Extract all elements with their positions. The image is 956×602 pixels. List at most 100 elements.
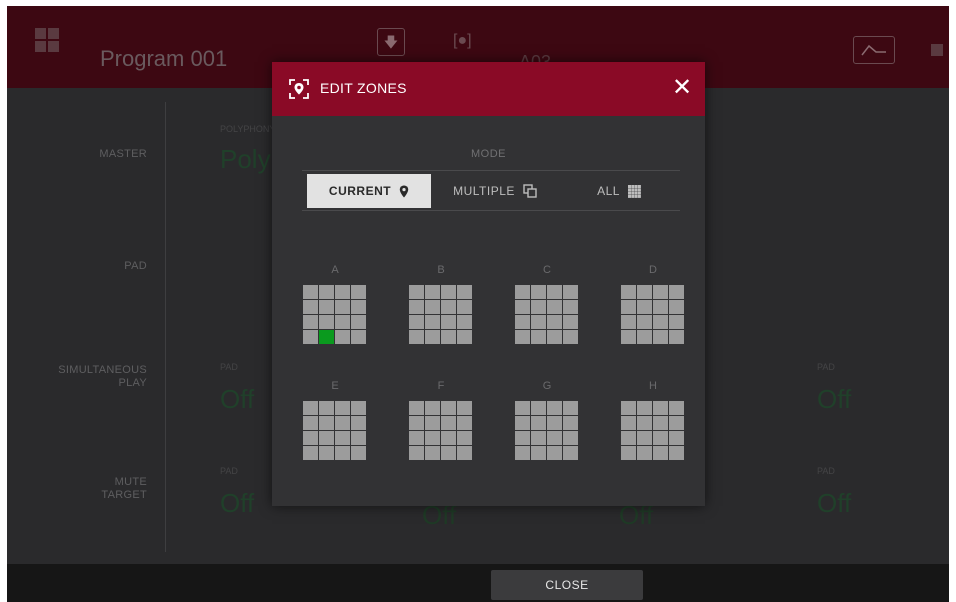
zone-pad[interactable] <box>409 446 424 460</box>
zone-pad[interactable] <box>563 285 578 299</box>
zone-pad[interactable] <box>335 401 350 415</box>
zone-pad[interactable] <box>669 401 684 415</box>
zone-g[interactable]: G <box>515 380 579 460</box>
zone-pad[interactable] <box>621 431 636 445</box>
zone-pad[interactable] <box>653 416 668 430</box>
zone-pad[interactable] <box>515 431 530 445</box>
polyphony-value[interactable]: Poly <box>220 144 271 175</box>
zone-pad[interactable] <box>441 300 456 314</box>
zone-pad[interactable] <box>335 431 350 445</box>
zone-b[interactable]: B <box>409 264 473 344</box>
zone-pad[interactable] <box>563 330 578 344</box>
zone-pad[interactable] <box>303 446 318 460</box>
zone-pad[interactable] <box>669 416 684 430</box>
zone-pad[interactable] <box>319 300 334 314</box>
zone-pad[interactable] <box>515 330 530 344</box>
zone-target-icon[interactable]: [●] <box>453 32 472 50</box>
zone-pad[interactable] <box>351 446 366 460</box>
zone-pad[interactable] <box>425 446 440 460</box>
zone-pad[interactable] <box>409 300 424 314</box>
zone-c[interactable]: C <box>515 264 579 344</box>
zone-pad[interactable] <box>531 300 546 314</box>
zone-pad[interactable] <box>303 401 318 415</box>
zone-pad[interactable] <box>515 315 530 329</box>
zone-pad[interactable] <box>531 416 546 430</box>
zone-pad[interactable] <box>335 446 350 460</box>
zone-pad[interactable] <box>637 285 652 299</box>
zone-pad[interactable] <box>515 416 530 430</box>
zone-pad[interactable] <box>351 315 366 329</box>
zone-pad[interactable] <box>653 330 668 344</box>
zone-pad[interactable] <box>547 315 562 329</box>
program-grid-icon[interactable] <box>35 28 59 52</box>
zone-pad[interactable] <box>319 401 334 415</box>
zone-pad[interactable] <box>409 431 424 445</box>
zone-pad[interactable] <box>441 401 456 415</box>
zone-pad[interactable] <box>319 431 334 445</box>
zone-pad[interactable] <box>669 446 684 460</box>
zone-pad[interactable] <box>335 300 350 314</box>
zone-pad[interactable] <box>457 446 472 460</box>
zone-pad[interactable] <box>653 446 668 460</box>
zone-pad-grid[interactable] <box>621 401 685 460</box>
zone-pad[interactable] <box>531 330 546 344</box>
sidebar-item-simultaneous-play[interactable]: SIMULTANEOUS PLAY <box>7 364 147 390</box>
zone-pad[interactable] <box>621 315 636 329</box>
zone-pad[interactable] <box>531 446 546 460</box>
zone-pad[interactable] <box>669 315 684 329</box>
close-icon[interactable]: ✕ <box>668 74 696 102</box>
zone-pad-grid[interactable] <box>621 285 685 344</box>
menu-icon[interactable] <box>931 44 943 56</box>
mode-current-button[interactable]: CURRENT <box>307 174 431 208</box>
zone-pad[interactable] <box>441 416 456 430</box>
zone-pad[interactable] <box>531 401 546 415</box>
zone-pad[interactable] <box>335 416 350 430</box>
zone-pad[interactable] <box>653 300 668 314</box>
zone-pad[interactable] <box>319 285 334 299</box>
value-1[interactable]: Off <box>220 384 254 415</box>
zone-pad[interactable] <box>335 330 350 344</box>
zone-pad[interactable] <box>621 285 636 299</box>
zone-pad[interactable] <box>563 315 578 329</box>
zone-pad-selected[interactable] <box>319 330 334 344</box>
zone-pad[interactable] <box>319 416 334 430</box>
zone-pad[interactable] <box>351 285 366 299</box>
zone-pad[interactable] <box>319 315 334 329</box>
zone-pad-grid[interactable] <box>515 285 579 344</box>
value-6[interactable]: Off <box>817 488 851 519</box>
zone-pad[interactable] <box>547 285 562 299</box>
zone-pad[interactable] <box>425 285 440 299</box>
zone-d[interactable]: D <box>621 264 685 344</box>
zone-pad[interactable] <box>303 416 318 430</box>
zone-pad[interactable] <box>457 300 472 314</box>
zone-f[interactable]: F <box>409 380 473 460</box>
zone-pad[interactable] <box>409 315 424 329</box>
zone-pad[interactable] <box>425 431 440 445</box>
zone-pad[interactable] <box>547 330 562 344</box>
zone-pad[interactable] <box>441 431 456 445</box>
zone-pad[interactable] <box>547 401 562 415</box>
zone-pad[interactable] <box>303 315 318 329</box>
zone-pad[interactable] <box>621 416 636 430</box>
zone-pad[interactable] <box>531 315 546 329</box>
close-button[interactable]: CLOSE <box>491 570 643 600</box>
zone-pad[interactable] <box>303 330 318 344</box>
zone-pad[interactable] <box>335 285 350 299</box>
zone-pad[interactable] <box>637 446 652 460</box>
zone-pad[interactable] <box>637 315 652 329</box>
zone-pad-grid[interactable] <box>409 401 473 460</box>
zone-h[interactable]: H <box>621 380 685 460</box>
zone-pad[interactable] <box>653 401 668 415</box>
zone-pad[interactable] <box>351 330 366 344</box>
zone-pad[interactable] <box>409 285 424 299</box>
zone-pad[interactable] <box>425 300 440 314</box>
zone-pad-grid[interactable] <box>409 285 473 344</box>
zone-pad[interactable] <box>515 300 530 314</box>
zone-pad[interactable] <box>653 285 668 299</box>
envelope-icon[interactable] <box>853 36 895 64</box>
zone-pad[interactable] <box>409 330 424 344</box>
zone-a[interactable]: A <box>303 264 367 344</box>
zone-pad[interactable] <box>547 446 562 460</box>
program-title[interactable]: Program 001 <box>100 46 227 72</box>
mode-all-button[interactable]: ALL <box>559 174 679 208</box>
